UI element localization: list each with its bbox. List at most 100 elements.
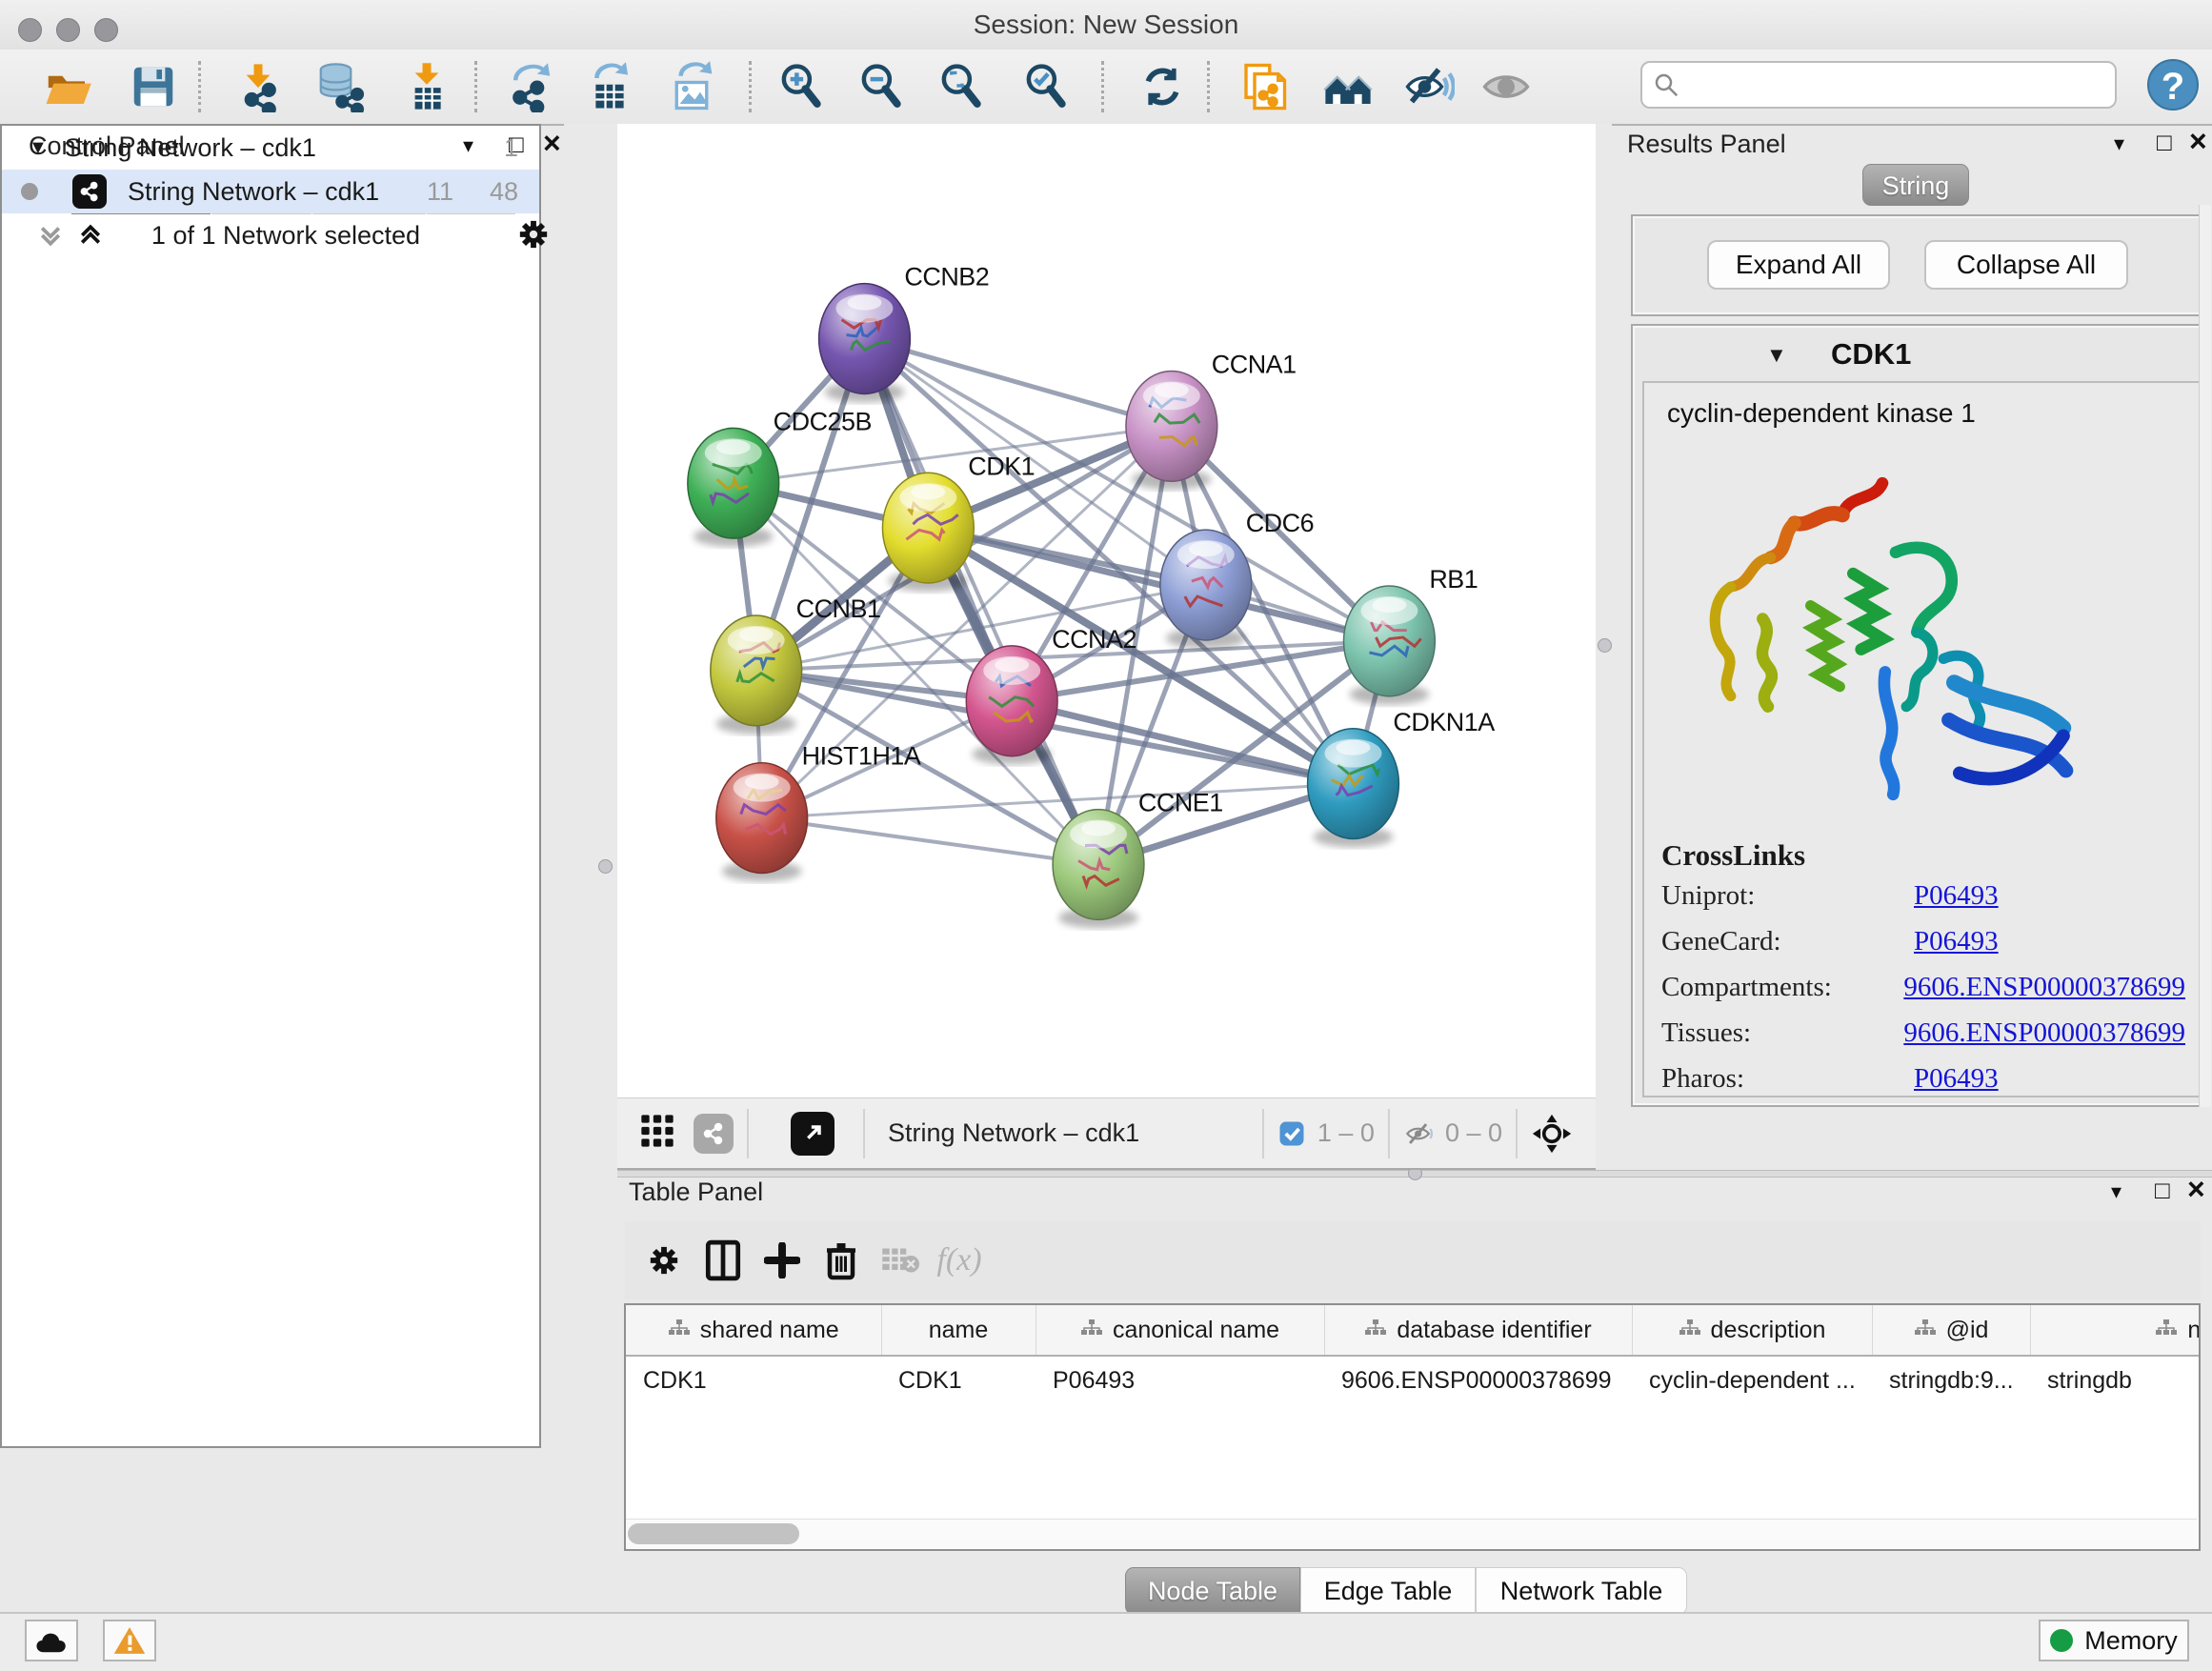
detach-view-button[interactable] — [791, 1112, 835, 1156]
hide-selected-button[interactable] — [1401, 59, 1457, 114]
cell-description[interactable]: cyclin-dependent ... — [1632, 1356, 1872, 1404]
eye-slash-icon — [1403, 61, 1455, 112]
network-node-CCNE1[interactable]: CCNE1 — [1053, 789, 1223, 929]
splitter-control-network[interactable] — [564, 124, 617, 1612]
houses-icon — [1322, 61, 1374, 112]
network-node-RB1[interactable]: RB1 — [1344, 565, 1478, 705]
create-column-icon[interactable] — [753, 1234, 812, 1287]
tree-expander-icon[interactable]: ▼ — [29, 137, 48, 159]
expand-all-button[interactable]: Expand All — [1707, 240, 1890, 290]
help-button[interactable]: ? — [2147, 59, 2199, 111]
column-header[interactable]: @id — [1872, 1305, 2030, 1356]
delete-column-icon[interactable] — [812, 1234, 871, 1287]
crosslink-link[interactable]: 9606.ENSP00000378699 — [1903, 1017, 2185, 1049]
grid-view-icon[interactable] — [638, 1112, 676, 1155]
expand-all-networks-icon[interactable] — [76, 221, 105, 250]
results-scrollbar[interactable] — [2199, 205, 2211, 1107]
memory-status-dot — [2050, 1629, 2073, 1652]
table-panel-close-icon[interactable]: × — [2187, 1172, 2205, 1207]
cell-canonical-name[interactable]: P06493 — [1036, 1356, 1324, 1404]
crosslink-link[interactable]: 9606.ENSP00000378699 — [1903, 972, 2185, 1003]
collapse-all-button[interactable]: Collapse All — [1924, 240, 2128, 290]
scrollbar-thumb[interactable] — [628, 1523, 799, 1544]
tab-edge-table[interactable]: Edge Table — [1300, 1567, 1476, 1615]
network-node-CCNB2[interactable]: CCNB2 — [819, 263, 990, 403]
column-header[interactable]: name — [881, 1305, 1036, 1356]
collapse-all-networks-icon[interactable] — [36, 221, 65, 250]
selected-checkbox-icon[interactable] — [1277, 1119, 1306, 1148]
table-horizontal-scrollbar[interactable] — [626, 1519, 2197, 1548]
cell-shared-name[interactable]: CDK1 — [626, 1356, 881, 1404]
cell-id[interactable]: stringdb:9... — [1872, 1356, 2030, 1404]
results-panel-float-icon[interactable]: □ — [2157, 128, 2172, 157]
control-panel-close-icon[interactable]: × — [543, 126, 561, 161]
tab-network-table[interactable]: Network Table — [1476, 1567, 1687, 1615]
column-header[interactable]: namespace — [2030, 1305, 2201, 1356]
warnings-button[interactable] — [103, 1620, 156, 1661]
table-options-gear-icon[interactable] — [634, 1234, 694, 1287]
crosslink-link[interactable]: P06493 — [1914, 880, 1999, 912]
splitter-network-results[interactable] — [1596, 124, 1612, 1170]
network-node-CDKN1A[interactable]: CDKN1A — [1308, 708, 1496, 848]
memory-button[interactable]: Memory — [2039, 1620, 2189, 1661]
tab-node-table[interactable]: Node Table — [1125, 1567, 1300, 1615]
column-header[interactable]: canonical name — [1036, 1305, 1324, 1356]
search-input[interactable] — [1680, 70, 2105, 101]
toolbar-separator — [863, 1109, 865, 1158]
zoom-fit-button[interactable] — [935, 59, 990, 114]
crosslink-link[interactable]: P06493 — [1914, 1063, 1999, 1095]
network-status-dot — [21, 183, 38, 200]
export-image-button[interactable] — [664, 59, 719, 114]
table-panel-menu-icon[interactable]: ▾ — [2111, 1179, 2122, 1204]
cell-name[interactable]: CDK1 — [881, 1356, 1036, 1404]
crosshair-icon[interactable] — [1531, 1113, 1573, 1155]
column-header[interactable]: description — [1632, 1305, 1872, 1356]
save-session-button[interactable] — [126, 59, 181, 114]
zoom-selected-button[interactable] — [1019, 59, 1075, 114]
gene-expander-icon[interactable]: ▼ — [1766, 343, 1787, 368]
export-table-button[interactable] — [582, 59, 637, 114]
table-row[interactable]: CDK1 CDK1 P06493 9606.ENSP00000378699 cy… — [626, 1356, 2201, 1404]
node-label: CCNB2 — [904, 263, 989, 292]
splitter-handle[interactable] — [598, 859, 613, 874]
table-panel-float-icon[interactable]: □ — [2155, 1176, 2170, 1205]
cell-namespace[interactable]: stringdb — [2030, 1356, 2201, 1404]
crosslink-link[interactable]: P06493 — [1914, 926, 1999, 957]
network-row-selected[interactable]: String Network – cdk1 11 48 — [2, 170, 539, 213]
show-columns-icon[interactable] — [694, 1234, 753, 1287]
import-table-button[interactable] — [399, 59, 454, 114]
show-all-button[interactable] — [1478, 59, 1534, 114]
results-panel-close-icon[interactable]: × — [2189, 124, 2207, 159]
results-panel-menu-icon[interactable]: ▾ — [2114, 131, 2124, 156]
node-label: CDC25B — [774, 407, 872, 435]
zoom-in-button[interactable] — [774, 59, 830, 114]
import-network-button[interactable] — [231, 59, 286, 114]
hierarchy-icon — [1364, 1317, 1387, 1344]
first-neighbors-button[interactable] — [1320, 59, 1376, 114]
duplicate-network-button[interactable] — [1236, 59, 1291, 114]
cloud-status-button[interactable] — [25, 1620, 78, 1661]
column-header[interactable]: shared name — [626, 1305, 881, 1356]
network-canvas[interactable]: CCNB2CCNA1CDC25BCDK1CDC6RB1CCNB1CCNA2CDK… — [617, 124, 1596, 1097]
open-session-button[interactable] — [40, 59, 95, 114]
share-view-icon[interactable] — [694, 1114, 734, 1154]
zoom-out-button[interactable] — [855, 59, 910, 114]
column-header[interactable]: database identifier — [1324, 1305, 1632, 1356]
export-network-button[interactable] — [503, 59, 558, 114]
splitter-handle[interactable] — [1598, 638, 1612, 653]
network-options-gear-icon[interactable] — [514, 215, 553, 253]
import-network-from-database-button[interactable] — [312, 59, 368, 114]
gene-detail-box: cyclin-dependent kinase 1 — [1642, 381, 2201, 1097]
cell-database-identifier[interactable]: 9606.ENSP00000378699 — [1324, 1356, 1632, 1404]
network-edge[interactable] — [864, 339, 1098, 865]
apply-layout-button[interactable] — [1135, 59, 1190, 114]
network-edge[interactable] — [762, 818, 1098, 865]
delete-table-icon-disabled — [871, 1234, 930, 1287]
crosslinks-title: CrossLinks — [1661, 838, 2185, 873]
tab-string[interactable]: String — [1862, 164, 1969, 206]
network-collection-row[interactable]: ▼ String Network – cdk1 1 — [2, 126, 539, 170]
hierarchy-icon — [1080, 1317, 1103, 1344]
network-collection-label: String Network – cdk1 — [65, 133, 316, 163]
network-graph[interactable]: CCNB2CCNA1CDC25BCDK1CDC6RB1CCNB1CCNA2CDK… — [617, 124, 1596, 1097]
hidden-eye-icon[interactable] — [1403, 1117, 1436, 1150]
